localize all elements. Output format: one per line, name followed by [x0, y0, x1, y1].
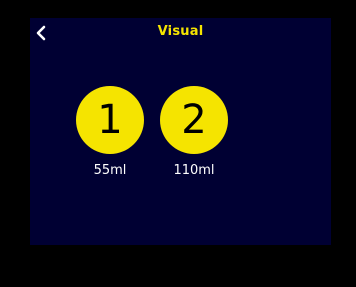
option-volume-label: 110ml: [173, 163, 215, 178]
option-number-badge: 2: [160, 86, 228, 154]
option-volume-label: 55ml: [93, 163, 127, 178]
page-title: Visual: [157, 24, 204, 39]
device-frame: Visual 1 55ml 2 110ml: [0, 0, 356, 287]
option-2-button[interactable]: 2 110ml: [159, 86, 229, 178]
option-1-button[interactable]: 1 55ml: [75, 86, 145, 178]
visual-screen: Visual 1 55ml 2 110ml: [30, 18, 331, 245]
option-number-badge: 1: [76, 86, 144, 154]
